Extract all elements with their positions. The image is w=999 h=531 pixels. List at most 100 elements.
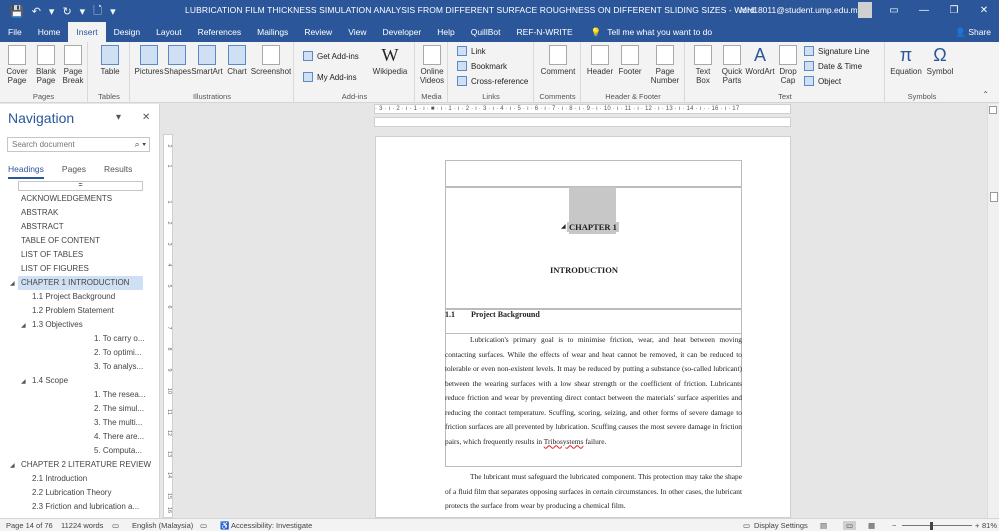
- horizontal-ruler[interactable]: · 3 · ı · 2 · ı · 1 · ı · ■ · ı · 1 · ı …: [374, 104, 791, 114]
- save-icon[interactable]: 💾: [10, 5, 24, 18]
- tab-design[interactable]: Design: [106, 22, 148, 42]
- minimize-icon[interactable]: —: [909, 0, 939, 22]
- nav-heading-1-1[interactable]: 1.1 Project Background: [32, 290, 115, 304]
- nav-heading-1-3[interactable]: 1.3 Objectives: [32, 318, 83, 332]
- vertical-scrollbar[interactable]: [987, 104, 999, 518]
- search-icon[interactable]: ⌕ ▾: [135, 139, 146, 150]
- nav-heading-scope-1[interactable]: 1. The resea...: [94, 388, 145, 402]
- nav-heading-scope-3[interactable]: 3. The multi...: [94, 416, 142, 430]
- page-count[interactable]: Page 14 of 76: [6, 521, 53, 530]
- customize-qat-icon[interactable]: ▾: [110, 5, 116, 18]
- tab-review[interactable]: Review: [296, 22, 340, 42]
- zoom-slider-thumb[interactable]: [930, 522, 933, 530]
- table-button[interactable]: Table: [97, 45, 123, 76]
- nav-heading-abstract[interactable]: ABSTRACT: [21, 220, 64, 234]
- tab-mailings[interactable]: Mailings: [249, 22, 296, 42]
- tab-file[interactable]: File: [0, 22, 30, 42]
- scroll-thumb[interactable]: [990, 192, 998, 202]
- collapse-triangle-icon[interactable]: ◢: [21, 322, 26, 329]
- display-settings[interactable]: Display Settings: [754, 521, 808, 530]
- tell-me-box[interactable]: 💡 Tell me what you want to do: [581, 22, 720, 42]
- shapes-button[interactable]: Shapes: [164, 45, 191, 76]
- nav-heading-objective-2[interactable]: 2. To optimi...: [94, 346, 141, 360]
- web-layout-icon[interactable]: ▦: [868, 521, 875, 530]
- spelling-error[interactable]: Tribosystems: [544, 437, 584, 446]
- collapse-heading-icon[interactable]: ◢: [561, 223, 566, 230]
- nav-heading-objective-1[interactable]: 1. To carry o...: [94, 332, 145, 346]
- tab-developer[interactable]: Developer: [374, 22, 429, 42]
- collapse-triangle-icon[interactable]: ◢: [10, 462, 15, 469]
- nav-heading-2-2[interactable]: 2.2 Lubrication Theory: [32, 486, 111, 500]
- tab-insert[interactable]: Insert: [68, 22, 106, 42]
- tab-headings[interactable]: Headings: [8, 164, 44, 179]
- document-page[interactable]: ◢ CHAPTER 1 INTRODUCTION 1.1 Project Back…: [375, 136, 791, 518]
- signature-line-button[interactable]: Signature Line: [804, 46, 870, 56]
- read-mode-icon[interactable]: ▤: [820, 521, 827, 530]
- qat-dropdown-icon[interactable]: ▾: [80, 5, 86, 18]
- share-button[interactable]: 👤 Share: [955, 22, 991, 42]
- nav-heading-1-2[interactable]: 1.2 Problem Statement: [32, 304, 114, 318]
- zoom-level[interactable]: 81%: [982, 521, 997, 530]
- nav-heading-scope-4[interactable]: 4. There are...: [94, 430, 144, 444]
- new-document-icon[interactable]: 🗋: [93, 2, 102, 21]
- nav-heading-objective-3[interactable]: 3. To analys...: [94, 360, 143, 374]
- undo-dropdown-icon[interactable]: ▾: [49, 5, 55, 18]
- print-layout-icon[interactable]: ▭: [843, 521, 857, 530]
- account-name[interactable]: MH18011@student.ump.edu.my: [740, 5, 862, 15]
- nav-heading-acknowledgements[interactable]: ACKNOWLEDGEMENTS: [21, 192, 112, 206]
- collapse-ribbon-icon[interactable]: ⌃: [982, 90, 989, 99]
- page-break-button[interactable]: Page Break: [60, 45, 86, 85]
- nav-heading-list-of-tables[interactable]: LIST OF TABLES: [21, 248, 83, 262]
- redo-icon[interactable]: ↻: [62, 5, 71, 18]
- paragraph[interactable]: Lubrication's primary goal is to minimis…: [445, 333, 742, 449]
- zoom-in-icon[interactable]: +: [975, 521, 979, 530]
- zoom-out-icon[interactable]: −: [892, 521, 896, 530]
- smartart-button[interactable]: SmartArt: [191, 45, 223, 76]
- cross-reference-button[interactable]: Cross-reference: [457, 76, 528, 86]
- paragraph[interactable]: The lubricant must safeguard the lubrica…: [445, 470, 742, 514]
- wikipedia-button[interactable]: W Wikipedia: [369, 45, 411, 76]
- tab-pages[interactable]: Pages: [62, 164, 86, 179]
- screenshot-button[interactable]: Screenshot: [250, 45, 292, 76]
- proofing-icon[interactable]: ▭: [112, 521, 119, 530]
- nav-heading-scope-2[interactable]: 2. The simul...: [94, 402, 144, 416]
- cover-page-button[interactable]: Cover Page: [4, 45, 30, 85]
- page-number-button[interactable]: Page Number: [647, 45, 683, 85]
- nav-heading-1-4[interactable]: 1.4 Scope: [32, 374, 68, 388]
- get-addins-button[interactable]: Get Add-ins: [303, 51, 359, 61]
- online-videos-button[interactable]: Online Videos: [418, 45, 446, 85]
- ribbon-display-icon[interactable]: ▭: [879, 0, 909, 22]
- pictures-button[interactable]: Pictures: [134, 45, 164, 76]
- drop-cap-button[interactable]: Drop Cap: [775, 45, 801, 85]
- tab-help[interactable]: Help: [429, 22, 462, 42]
- view-ruler-icon[interactable]: [989, 106, 997, 114]
- search-document-input[interactable]: Search document ⌕ ▾: [7, 137, 150, 152]
- restore-icon[interactable]: ❐: [939, 0, 969, 22]
- nav-heading-chapter-2[interactable]: CHAPTER 2 LITERATURE REVIEW: [21, 458, 151, 472]
- nav-heading-2-3[interactable]: 2.3 Friction and lubrication a...: [32, 500, 139, 514]
- symbol-button[interactable]: Ω Symbol: [924, 45, 956, 76]
- accessibility-status[interactable]: Accessibility: Investigate: [231, 521, 312, 530]
- avatar[interactable]: [858, 2, 872, 18]
- comment-button[interactable]: Comment: [539, 45, 577, 76]
- nav-heading-abstrak[interactable]: ABSTRAK: [21, 206, 58, 220]
- nav-heading-2-1[interactable]: 2.1 Introduction: [32, 472, 87, 486]
- text-box-button[interactable]: Text Box: [688, 45, 718, 85]
- bookmark-button[interactable]: Bookmark: [457, 61, 507, 71]
- tab-ref-n-write[interactable]: REF-N-WRITE: [508, 22, 580, 42]
- tab-quillbot[interactable]: QuillBot: [463, 22, 509, 42]
- object-button[interactable]: Object: [804, 76, 841, 86]
- vertical-ruler[interactable]: 2 1 1 2 3 4 5 6 7 8 9 10 11 12 13 14 15 …: [163, 134, 173, 518]
- word-count[interactable]: 11224 words: [61, 521, 103, 530]
- nav-heading-chapter-1[interactable]: CHAPTER 1 INTRODUCTION: [18, 276, 143, 290]
- section-heading[interactable]: 1.1 Project Background: [445, 310, 540, 319]
- tab-view[interactable]: View: [340, 22, 374, 42]
- header-button[interactable]: Header: [585, 45, 615, 76]
- tab-references[interactable]: References: [190, 22, 249, 42]
- date-time-button[interactable]: Date & Time: [804, 61, 862, 71]
- tab-layout[interactable]: Layout: [148, 22, 190, 42]
- blank-page-button[interactable]: Blank Page: [33, 45, 59, 85]
- link-button[interactable]: Link: [457, 46, 486, 56]
- tab-results[interactable]: Results: [104, 164, 132, 179]
- nav-options-icon[interactable]: ▾: [116, 112, 121, 123]
